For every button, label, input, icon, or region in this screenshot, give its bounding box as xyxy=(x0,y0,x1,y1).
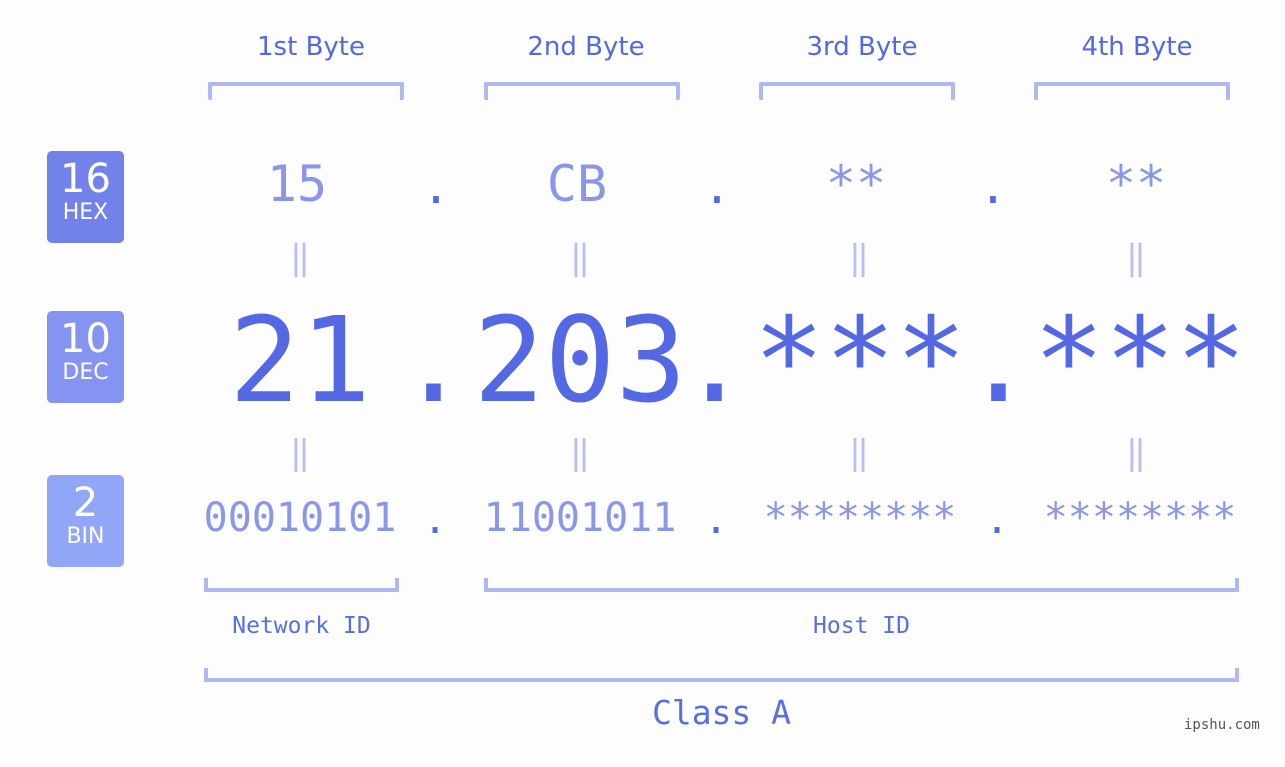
hex-dot-1: . xyxy=(422,160,450,214)
bin-base: 2 xyxy=(72,480,99,526)
bin-dot-3: . xyxy=(984,497,1010,543)
bin-dot-1: . xyxy=(422,497,448,543)
bin-label: BIN xyxy=(66,524,105,549)
host-id-bracket xyxy=(484,578,1239,592)
header-byte-4: 4th Byte xyxy=(1081,32,1193,62)
equals-dec-bin-1: ‖ xyxy=(289,433,311,473)
dec-badge: 10 DEC xyxy=(47,311,124,403)
bracket-byte-2 xyxy=(484,82,680,100)
dec-byte-3: *** xyxy=(753,291,967,429)
dec-dot-1: . xyxy=(398,291,470,429)
host-id-label: Host ID xyxy=(813,613,910,639)
dec-byte-4: *** xyxy=(1033,291,1247,429)
class-bracket xyxy=(204,668,1239,682)
dec-dot-3: . xyxy=(963,291,1035,429)
equals-dec-bin-4: ‖ xyxy=(1125,433,1147,473)
dec-dot-2: . xyxy=(679,291,751,429)
hex-byte-4: ** xyxy=(1105,155,1167,213)
hex-byte-3: ** xyxy=(825,155,887,213)
equals-dec-bin-2: ‖ xyxy=(569,433,591,473)
equals-dec-bin-3: ‖ xyxy=(848,433,870,473)
header-byte-2: 2nd Byte xyxy=(527,32,645,62)
bin-badge: 2 BIN xyxy=(47,475,124,567)
class-label: Class A xyxy=(651,693,792,732)
equals-hex-dec-4: ‖ xyxy=(1125,238,1147,278)
dec-label: DEC xyxy=(62,360,109,385)
hex-byte-1: 15 xyxy=(266,155,328,213)
hex-label: HEX xyxy=(62,200,109,225)
bin-byte-2: 11001011 xyxy=(483,495,677,541)
header-byte-3: 3rd Byte xyxy=(806,32,918,62)
dec-base: 10 xyxy=(60,316,111,362)
network-id-bracket xyxy=(204,578,399,592)
bracket-byte-4 xyxy=(1034,82,1230,100)
bracket-byte-1 xyxy=(208,82,404,100)
equals-hex-dec-2: ‖ xyxy=(569,238,591,278)
equals-hex-dec-1: ‖ xyxy=(289,238,311,278)
hex-base: 16 xyxy=(60,156,111,202)
hex-dot-3: . xyxy=(979,160,1007,214)
dec-byte-1: 21 xyxy=(228,291,372,429)
header-byte-1: 1st Byte xyxy=(257,32,365,62)
dec-byte-2: 203 xyxy=(473,291,687,429)
bin-byte-4: ******** xyxy=(1043,495,1237,541)
bin-dot-2: . xyxy=(703,497,729,543)
equals-hex-dec-3: ‖ xyxy=(848,238,870,278)
hex-badge: 16 HEX xyxy=(47,151,124,243)
network-id-label: Network ID xyxy=(232,613,371,639)
hex-dot-2: . xyxy=(703,160,731,214)
bracket-byte-3 xyxy=(759,82,955,100)
watermark: ipshu.com xyxy=(1184,717,1260,733)
hex-byte-2: CB xyxy=(546,155,608,213)
bin-byte-3: ******** xyxy=(763,495,957,541)
bin-byte-1: 00010101 xyxy=(203,495,397,541)
